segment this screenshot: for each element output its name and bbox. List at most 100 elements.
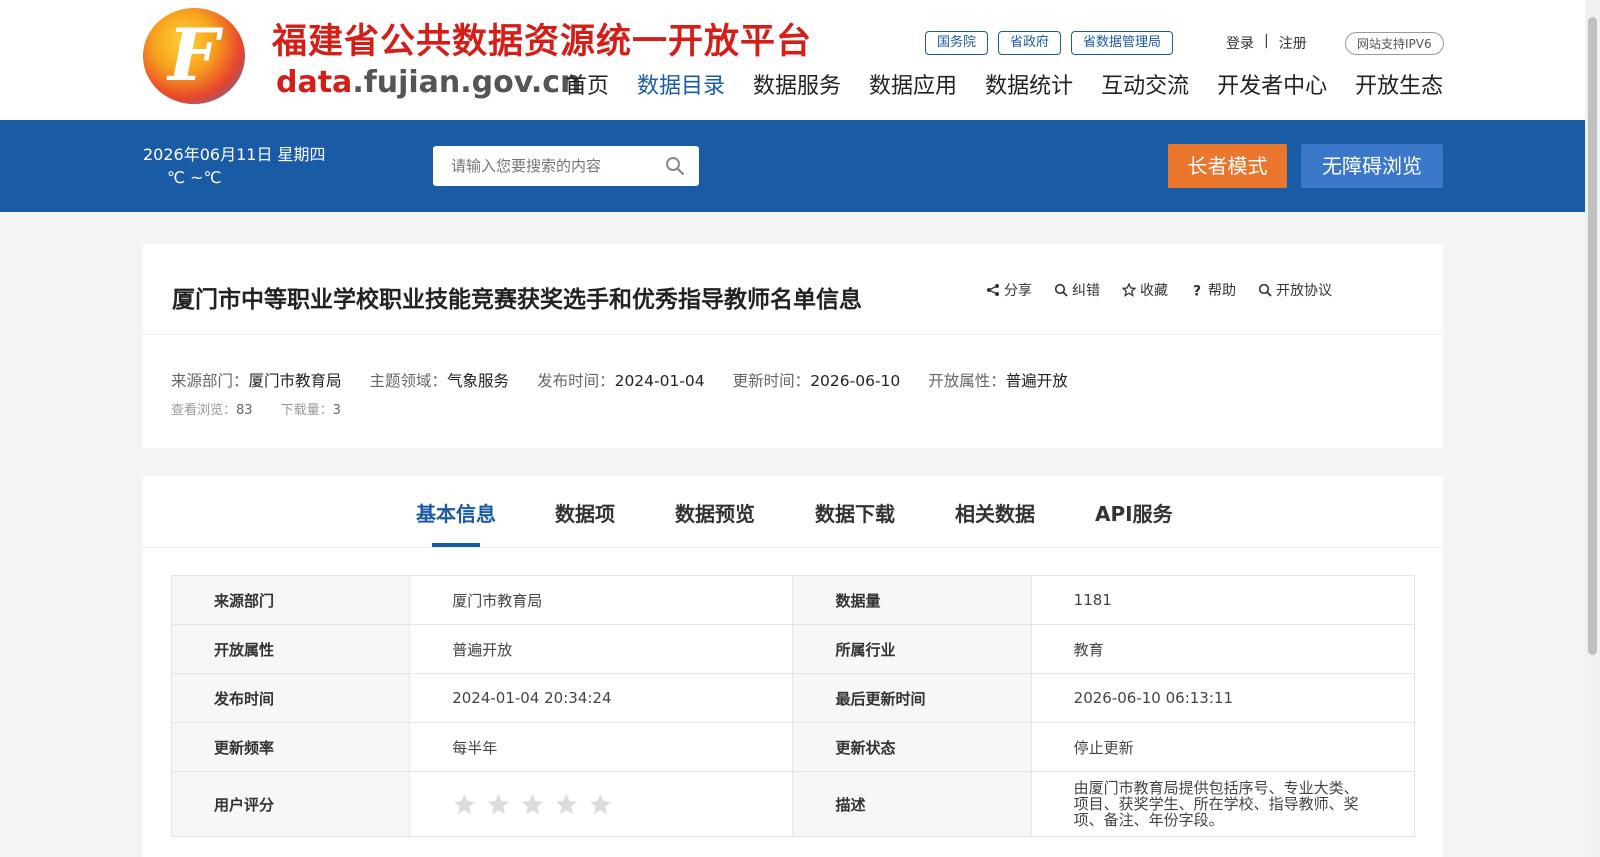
meta-published: 发布时间：2024-01-04 (537, 369, 705, 391)
auth-links: 登录 | 注册 (1226, 33, 1307, 53)
active-tab-indicator (432, 543, 480, 547)
dataset-title: 厦门市中等职业学校职业技能竞赛获奖选手和优秀指导教师名单信息 (172, 287, 862, 313)
domain-part2: .fujian.gov.cn (352, 65, 582, 100)
rating-value (409, 771, 794, 837)
dataset-actions: 分享 纠错 收藏 ? 帮助 开放协议 (986, 280, 1332, 300)
nav-data-catalog[interactable]: 数据目录 (637, 68, 725, 100)
nav-ecosystem[interactable]: 开放生态 (1355, 68, 1443, 100)
nav-data-stats[interactable]: 数据统计 (985, 68, 1073, 100)
row-value: 每半年 (409, 722, 794, 772)
table-row: 用户评分 描述 由厦门市教育局提供包括序号、专业大类、项目、获奖学生、所在学校、… (170, 771, 1416, 837)
tab-data-download[interactable]: 数据下载 (815, 498, 895, 527)
magnifier-icon (1054, 283, 1068, 297)
desc-value: 由厦门市教育局提供包括序号、专业大类、项目、获奖学生、所在学校、指导教师、奖项、… (1030, 771, 1416, 837)
license-search-icon (1258, 283, 1272, 297)
nav-data-apps[interactable]: 数据应用 (869, 68, 957, 100)
row-value: 停止更新 (1030, 722, 1416, 772)
row-key: 最后更新时间 (792, 673, 1032, 723)
tab-basic-info[interactable]: 基本信息 (416, 498, 496, 527)
search-box (433, 146, 699, 186)
meta-topic: 主题领域：气象服务 (370, 369, 510, 391)
views-label: 查看浏览： (171, 403, 237, 418)
row-key: 数据量 (792, 575, 1032, 625)
dataset-stats: 查看浏览：83 下载量：3 (171, 399, 341, 418)
table-row: 更新频率 每半年 更新状态 停止更新 (170, 722, 1416, 772)
views-stat: 查看浏览：83 (171, 399, 253, 418)
domain-part1: data (276, 65, 353, 100)
gov-link-province[interactable]: 省政府 (998, 31, 1062, 55)
gov-link-state-council[interactable]: 国务院 (925, 31, 989, 55)
table-row: 发布时间 2024-01-04 20:34:24 最后更新时间 2026-06-… (170, 673, 1416, 723)
nav-interaction[interactable]: 互动交流 (1101, 68, 1189, 100)
star-icon[interactable] (520, 792, 545, 817)
row-key: 来源部门 (170, 575, 411, 625)
row-key: 更新状态 (792, 722, 1032, 772)
meta-topic-label: 主题领域： (369, 372, 448, 390)
meta-updated-value: 2026-06-10 (810, 372, 901, 390)
description-text: 由厦门市教育局提供包括序号、专业大类、项目、获奖学生、所在学校、指导教师、奖项、… (1073, 779, 1359, 829)
main-nav: 首页 数据目录 数据服务 数据应用 数据统计 互动交流 开发者中心 开放生态 (565, 68, 1443, 100)
meta-openness-value: 普遍开放 (1005, 372, 1068, 390)
star-icon[interactable] (452, 792, 477, 817)
favorite-label: 收藏 (1140, 283, 1168, 299)
open-license-action[interactable]: 开放协议 (1258, 280, 1332, 300)
downloads-stat: 下载量：3 (281, 399, 341, 418)
site-header: F 福建省公共数据资源统一开放平台 data.fujian.gov.cn 国务院… (0, 0, 1585, 120)
scrollbar-thumb[interactable] (1588, 17, 1597, 655)
star-outline-icon (1122, 283, 1136, 297)
row-key: 开放属性 (170, 624, 411, 674)
row-value: 普遍开放 (409, 624, 794, 674)
share-icon (987, 284, 999, 296)
open-license-label: 开放协议 (1276, 283, 1332, 299)
tab-related-data[interactable]: 相关数据 (955, 498, 1035, 527)
row-value: 教育 (1030, 624, 1416, 674)
svg-text:?: ? (1193, 284, 1201, 298)
nav-home[interactable]: 首页 (565, 68, 609, 100)
gov-links: 国务院 省政府 省数据管理局 (925, 31, 1174, 55)
site-domain: data.fujian.gov.cn (276, 65, 581, 100)
share-action[interactable]: 分享 (986, 280, 1032, 300)
accessibility-button[interactable]: 无障碍浏览 (1301, 144, 1443, 188)
meta-updated: 更新时间：2026-06-10 (733, 369, 901, 391)
dataset-detail-card: 基本信息 数据项 数据预览 数据下载 相关数据 API服务 来源部门 厦门市教育… (143, 476, 1443, 857)
row-key: 发布时间 (170, 673, 411, 723)
rating-key: 用户评分 (170, 771, 411, 837)
meta-openness: 开放属性：普遍开放 (928, 369, 1068, 391)
report-error-action[interactable]: 纠错 (1054, 280, 1100, 300)
temperature: ℃ ~℃ (167, 168, 222, 187)
card-divider (143, 334, 1443, 335)
table-row: 来源部门 厦门市教育局 数据量 1181 (170, 575, 1416, 625)
meta-source: 来源部门：厦门市教育局 (171, 369, 342, 391)
search-input[interactable] (433, 146, 643, 186)
star-icon[interactable] (554, 792, 579, 817)
meta-source-value: 厦门市教育局 (248, 372, 342, 390)
help-label: 帮助 (1208, 283, 1236, 299)
favorite-action[interactable]: 收藏 (1122, 280, 1168, 300)
page-scrollbar[interactable] (1585, 0, 1600, 857)
auth-separator: | (1264, 33, 1269, 49)
downloads-label: 下载量： (280, 403, 333, 418)
nav-developer[interactable]: 开发者中心 (1217, 68, 1327, 100)
share-label: 分享 (1004, 283, 1032, 299)
dataset-meta: 来源部门：厦门市教育局 主题领域：气象服务 发布时间：2024-01-04 更新… (171, 369, 1068, 391)
row-value: 1181 (1030, 575, 1416, 625)
register-link[interactable]: 注册 (1279, 33, 1307, 53)
desc-key: 描述 (792, 771, 1032, 837)
nav-data-services[interactable]: 数据服务 (753, 68, 841, 100)
logo-f-icon: F (168, 12, 220, 97)
tab-data-preview[interactable]: 数据预览 (675, 498, 755, 527)
search-icon[interactable] (665, 156, 685, 176)
row-key: 所属行业 (792, 624, 1032, 674)
current-date: 2026年06月11日 星期四 (143, 145, 326, 164)
meta-topic-value: 气象服务 (447, 372, 510, 390)
tab-api-service[interactable]: API服务 (1095, 498, 1173, 527)
login-link[interactable]: 登录 (1226, 33, 1254, 53)
gov-link-data-bureau[interactable]: 省数据管理局 (1071, 31, 1174, 55)
help-action[interactable]: ? 帮助 (1190, 280, 1236, 300)
downloads-count: 3 (332, 403, 341, 418)
row-value: 厦门市教育局 (409, 575, 794, 625)
elder-mode-button[interactable]: 长者模式 (1168, 144, 1287, 188)
star-icon[interactable] (588, 792, 613, 817)
tab-data-items[interactable]: 数据项 (555, 498, 615, 527)
star-icon[interactable] (486, 792, 511, 817)
